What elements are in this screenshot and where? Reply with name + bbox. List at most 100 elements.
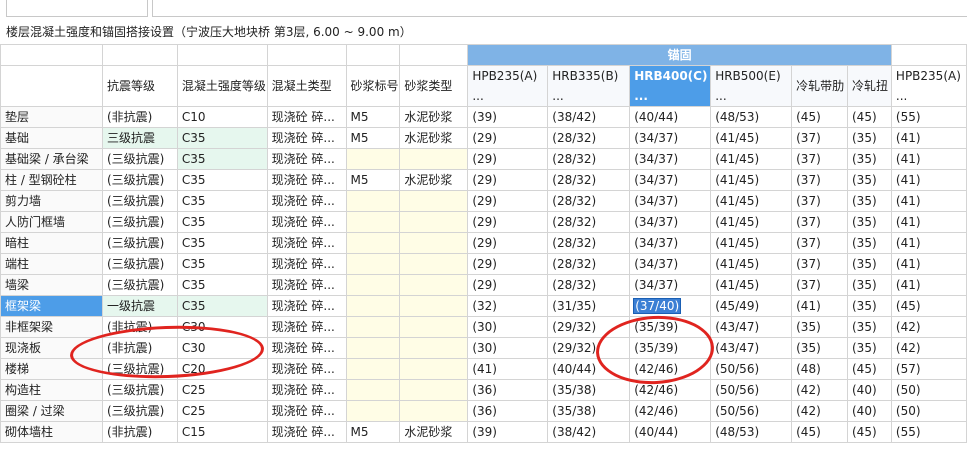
cell-strength[interactable]: C35 — [176, 295, 268, 317]
cell-mortar[interactable] — [345, 148, 401, 170]
row-header[interactable]: 剪力墙 — [0, 190, 103, 212]
cell-mtype[interactable]: 水泥砂浆 — [399, 106, 469, 128]
cell-strength[interactable]: C35 — [176, 274, 268, 296]
cell-a2[interactable]: (41) — [890, 190, 967, 212]
cell-c[interactable]: (40/44) — [629, 421, 712, 443]
cell-seismic[interactable]: (三级抗震) — [101, 274, 178, 296]
cell-strength[interactable]: C15 — [176, 421, 268, 443]
cell-lz[interactable]: (37) — [791, 211, 848, 233]
cell-e[interactable]: (43/47) — [710, 316, 793, 338]
cell-lz[interactable]: (45) — [791, 421, 848, 443]
cell-mtype[interactable] — [399, 337, 469, 359]
cell-strength[interactable]: C25 — [176, 379, 268, 401]
cell-seismic[interactable]: (三级抗震) — [101, 232, 178, 254]
cell-c[interactable]: (35/39) — [629, 337, 712, 359]
cell-c[interactable]: (42/46) — [629, 358, 712, 380]
cell-a2[interactable]: (50) — [890, 379, 967, 401]
cell-seismic[interactable]: (三级抗震) — [101, 190, 178, 212]
cell-ln[interactable]: (45) — [847, 106, 892, 128]
cell-lz[interactable]: (35) — [791, 316, 848, 338]
cell-a2[interactable]: (55) — [890, 421, 967, 443]
cell-c[interactable]: (34/37) — [629, 211, 712, 233]
cell-ctype[interactable]: 现浇砼 碎... — [266, 169, 347, 191]
cell-lz[interactable]: (42) — [791, 400, 848, 422]
cell-mortar[interactable] — [345, 400, 401, 422]
table-row[interactable]: 垫层 (非抗震) C10 现浇砼 碎... M5 水泥砂浆 (39) (38/42) (40/4… — [0, 106, 967, 128]
cell-mortar[interactable] — [345, 253, 401, 275]
cell-seismic[interactable]: 三级抗震 — [101, 127, 178, 149]
cell-mtype[interactable] — [399, 232, 469, 254]
cell-a[interactable]: (29) — [467, 274, 549, 296]
table-row[interactable]: 现浇板 (非抗震) C30 现浇砼 碎... (30) (29/32) (35/39) (43… — [0, 337, 967, 359]
cell-e[interactable]: (41/45) — [710, 148, 793, 170]
cell-mtype[interactable] — [399, 358, 469, 380]
cell-seismic[interactable]: (三级抗震) — [101, 379, 178, 401]
cell-e[interactable]: (41/45) — [710, 274, 793, 296]
table-row[interactable]: 砌体墙柱 (非抗震) C15 现浇砼 碎... M5 水泥砂浆 (39) (38/42) (40… — [0, 421, 967, 443]
cell-lz[interactable]: (48) — [791, 358, 848, 380]
cell-ln[interactable]: (45) — [847, 358, 892, 380]
cell-strength[interactable]: C30 — [176, 337, 268, 359]
cell-ctype[interactable]: 现浇砼 碎... — [266, 400, 347, 422]
cell-ctype[interactable]: 现浇砼 碎... — [266, 148, 347, 170]
cell-a[interactable]: (36) — [467, 400, 549, 422]
cell-ln[interactable]: (35) — [847, 295, 892, 317]
column-header[interactable]: 混凝土类型 — [266, 65, 347, 107]
cell-ln[interactable]: (45) — [847, 421, 892, 443]
cell-c[interactable]: (34/37) — [629, 253, 712, 275]
row-header[interactable]: 基础 — [0, 127, 103, 149]
cell-a[interactable]: (29) — [467, 169, 549, 191]
cell-mortar[interactable]: M5 — [345, 421, 401, 443]
cell-e[interactable]: (41/45) — [710, 127, 793, 149]
cell-lz[interactable]: (37) — [791, 148, 848, 170]
cell-lz[interactable]: (41) — [791, 295, 848, 317]
table-row[interactable]: 端柱 (三级抗震) C35 现浇砼 碎... (29) (28/32) (34/37) (41… — [0, 253, 967, 275]
cell-b[interactable]: (28/32) — [547, 148, 631, 170]
cell-a2[interactable]: (42) — [890, 337, 967, 359]
cell-a2[interactable]: (42) — [890, 316, 967, 338]
cell-mortar[interactable] — [345, 337, 401, 359]
cell-b[interactable]: (29/32) — [547, 316, 631, 338]
cell-strength[interactable]: C25 — [176, 400, 268, 422]
cell-e[interactable]: (48/53) — [710, 421, 793, 443]
cell-c[interactable]: (37/40) — [629, 295, 712, 317]
row-header[interactable]: 墙梁 — [0, 274, 103, 296]
cell-seismic[interactable]: (三级抗震) — [101, 211, 178, 233]
cell-mtype[interactable] — [399, 316, 469, 338]
cell-seismic[interactable]: (非抗震) — [101, 337, 178, 359]
cell-seismic[interactable]: (三级抗震) — [101, 358, 178, 380]
cell-seismic[interactable]: (非抗震) — [101, 316, 178, 338]
cell-c[interactable]: (34/37) — [629, 169, 712, 191]
row-header[interactable]: 基础梁 / 承台梁 — [0, 148, 103, 170]
cell-strength[interactable]: C35 — [176, 127, 268, 149]
cell-seismic[interactable]: (三级抗震) — [101, 400, 178, 422]
cell-b[interactable]: (28/32) — [547, 211, 631, 233]
table-row[interactable]: 基础梁 / 承台梁 (三级抗震) C35 现浇砼 碎... (29) (28/32) (34… — [0, 148, 967, 170]
cell-b[interactable]: (28/32) — [547, 127, 631, 149]
cell-mortar[interactable] — [345, 274, 401, 296]
cell-a2[interactable]: (41) — [890, 211, 967, 233]
row-header[interactable]: 人防门框墙 — [0, 211, 103, 233]
cell-a[interactable]: (29) — [467, 232, 549, 254]
cell-mortar[interactable] — [345, 316, 401, 338]
cell-e[interactable]: (41/45) — [710, 232, 793, 254]
cell-c[interactable]: (34/37) — [629, 127, 712, 149]
cell-mtype[interactable] — [399, 190, 469, 212]
cell-lz[interactable]: (37) — [791, 274, 848, 296]
cell-seismic[interactable]: 一级抗震 — [101, 295, 178, 317]
toolbar-field-right[interactable] — [152, 0, 967, 17]
cell-ctype[interactable]: 现浇砼 碎... — [266, 190, 347, 212]
cell-b[interactable]: (28/32) — [547, 232, 631, 254]
cell-ln[interactable]: (40) — [847, 400, 892, 422]
cell-e[interactable]: (41/45) — [710, 253, 793, 275]
cell-strength[interactable]: C35 — [176, 232, 268, 254]
cell-mtype[interactable] — [399, 148, 469, 170]
cell-e[interactable]: (41/45) — [710, 169, 793, 191]
cell-lz[interactable]: (42) — [791, 379, 848, 401]
row-header[interactable]: 楼梯 — [0, 358, 103, 380]
column-header[interactable]: 冷轧带肋 — [791, 65, 848, 107]
cell-ctype[interactable]: 现浇砼 碎... — [266, 421, 347, 443]
cell-c[interactable]: (35/39) — [629, 316, 712, 338]
cell-b[interactable]: (38/42) — [547, 421, 631, 443]
cell-b[interactable]: (38/42) — [547, 106, 631, 128]
